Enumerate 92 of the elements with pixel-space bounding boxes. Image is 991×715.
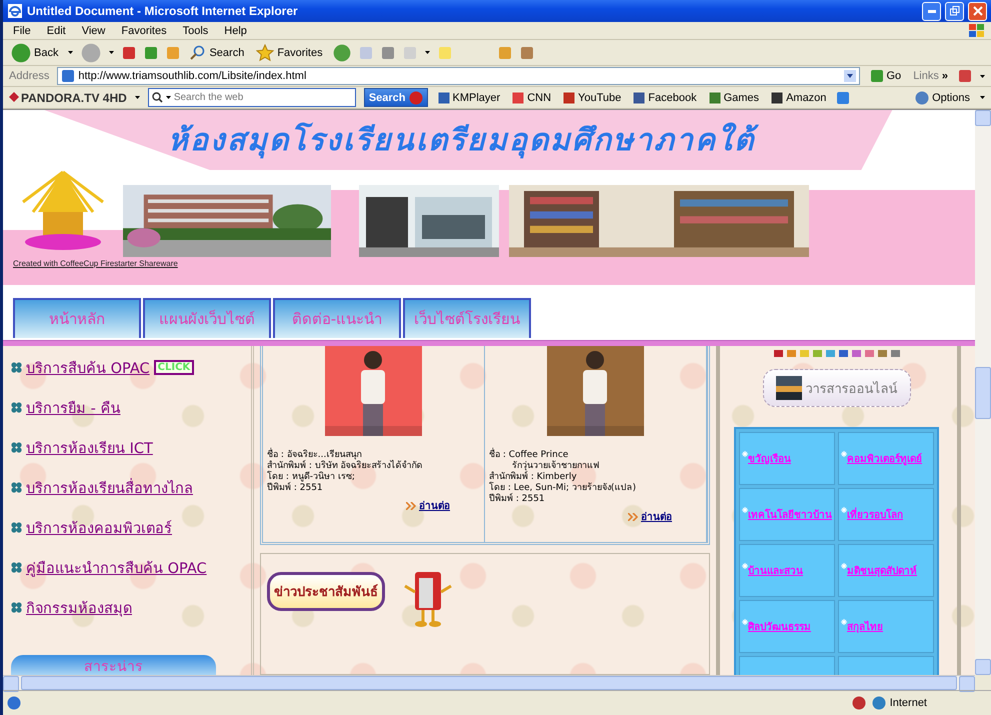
asterisk-icon bbox=[841, 619, 847, 625]
clover-icon bbox=[11, 562, 22, 573]
address-field[interactable]: http://www.triamsouthlib.com/Libsite/index.html bbox=[57, 67, 860, 85]
caret-icon bbox=[980, 96, 985, 99]
service-link[interactable]: บริการสืบค้น OPAC bbox=[26, 356, 150, 379]
caret-icon bbox=[424, 51, 430, 54]
search-button[interactable]: Search bbox=[364, 88, 428, 107]
search-field[interactable]: Search the web bbox=[148, 88, 356, 107]
windows-logo-icon bbox=[969, 24, 985, 38]
clover-icon bbox=[11, 522, 22, 533]
menu-item[interactable]: File bbox=[9, 24, 35, 36]
color-swatch[interactable] bbox=[852, 350, 860, 357]
book-details: ชื่อ : Coffee Prince รักวุ่นวายเจ้าชายกาแฟ สำนักพิมพ์ : Kimberly โดย : Lee, Sun-Mi; วายร้ายจัง(แปล) ปีพิมพ์ : 2551 bbox=[489, 450, 702, 505]
read-more-link[interactable]: อ่านต่อ bbox=[628, 509, 672, 524]
minimize-button[interactable] bbox=[922, 2, 941, 20]
caret-icon bbox=[68, 51, 74, 54]
credit-link[interactable]: Created with CoffeeCup Firestarter Shareware bbox=[13, 259, 178, 268]
toolbar-link[interactable]: Games bbox=[706, 92, 762, 104]
asterisk-icon bbox=[841, 563, 847, 569]
color-swatch[interactable] bbox=[878, 350, 886, 357]
caret-icon bbox=[134, 96, 140, 99]
star-icon bbox=[256, 44, 274, 62]
asterisk-icon bbox=[742, 619, 748, 625]
links-button[interactable]: Links » bbox=[911, 70, 950, 82]
clover-icon bbox=[11, 602, 22, 613]
asterisk-icon bbox=[841, 507, 847, 513]
color-swatch[interactable] bbox=[774, 350, 782, 357]
menu-item[interactable]: Help bbox=[220, 24, 251, 36]
service-link[interactable]: บริการห้องเรียน ICT bbox=[26, 436, 153, 459]
search-icon bbox=[190, 44, 206, 60]
service-link[interactable]: บริการยืม - คืน bbox=[26, 396, 120, 419]
color-swatch[interactable] bbox=[890, 350, 900, 357]
book-details: ชื่อ : อัจฉริยะ...เรียนสนุก สำนักพิมพ์ : บริษัท อัจฉริยะสร้างได้จำกัด โดย : หนูดี-วนิษา เรซ; ปีพิมพ์ : 2551 bbox=[267, 450, 480, 494]
caret-icon bbox=[980, 74, 985, 78]
close-button[interactable] bbox=[968, 2, 987, 20]
toolbar-link[interactable]: KMPlayer bbox=[436, 92, 502, 104]
search-icon bbox=[152, 92, 163, 103]
asterisk-icon bbox=[742, 507, 748, 513]
go-button[interactable]: Go bbox=[868, 69, 904, 83]
window-title: Untitled Document - Microsoft Internet Explorer bbox=[27, 4, 299, 18]
diamond-icon bbox=[9, 92, 19, 102]
restore-icon bbox=[950, 6, 960, 16]
caret-icon bbox=[166, 96, 171, 99]
clover-icon bbox=[11, 362, 22, 373]
menu-item[interactable]: Tools bbox=[178, 24, 212, 36]
asterisk-icon bbox=[841, 451, 847, 457]
dropdown-icon bbox=[844, 70, 856, 82]
double-chevron-icon bbox=[628, 512, 638, 520]
banner-title: ห้องสมุดโรงเรียนเตรียมอุดมศึกษาภาคใต้ bbox=[168, 116, 975, 163]
toolbar-link[interactable]: Amazon bbox=[769, 92, 828, 104]
news-heading: ข่าวประชาสัมพันธ์ bbox=[267, 572, 385, 611]
menu-item[interactable]: View bbox=[78, 24, 110, 36]
read-more-link[interactable]: อ่านต่อ bbox=[406, 498, 450, 513]
asterisk-icon bbox=[742, 451, 748, 457]
toolbar-link[interactable]: YouTube bbox=[561, 92, 624, 104]
asterisk-icon bbox=[742, 563, 748, 569]
clover-icon bbox=[11, 402, 22, 413]
restore-button[interactable] bbox=[945, 2, 964, 20]
journal-heading: วารสารออนไลน์ bbox=[762, 369, 910, 407]
pandora-logo[interactable]: PANDORA.TV 4HD bbox=[9, 90, 127, 104]
search-button[interactable]: Search bbox=[188, 44, 246, 60]
options-button[interactable]: Options bbox=[913, 90, 972, 104]
minimize-icon bbox=[928, 10, 936, 12]
address-label: Address bbox=[9, 70, 50, 82]
ask-logo-icon bbox=[408, 90, 423, 104]
caret-icon bbox=[109, 51, 114, 54]
color-swatch[interactable] bbox=[786, 350, 796, 357]
back-button[interactable]: Back bbox=[9, 42, 60, 62]
favorites-button[interactable]: Favorites bbox=[254, 44, 325, 62]
toolbar-link[interactable]: Facebook bbox=[631, 92, 699, 104]
toolbar-link[interactable]: CNN bbox=[510, 92, 554, 104]
service-link[interactable]: กิจกรรมห้องสมุด bbox=[26, 596, 132, 619]
service-link[interactable]: คู่มือแนะนำการสืบค้น OPAC bbox=[26, 556, 207, 579]
color-swatch[interactable] bbox=[838, 350, 848, 357]
service-link[interactable]: บริการห้องเรียนสื่อทางไกล bbox=[26, 476, 193, 499]
service-link[interactable]: บริการห้องคอมพิวเตอร์ bbox=[26, 516, 172, 539]
search-input[interactable]: Search the web bbox=[174, 92, 334, 103]
color-swatch[interactable] bbox=[812, 350, 822, 357]
menu-item[interactable]: Favorites bbox=[117, 24, 171, 36]
horizontal-scrollbar[interactable] bbox=[3, 675, 975, 690]
browser-icon bbox=[7, 3, 23, 19]
double-chevron-icon bbox=[406, 502, 416, 510]
section-heading: สาระน่าร bbox=[11, 655, 216, 675]
clover-icon bbox=[11, 442, 22, 453]
vertical-scrollbar[interactable] bbox=[975, 110, 991, 675]
color-swatch[interactable] bbox=[826, 350, 834, 357]
color-swatch[interactable] bbox=[800, 350, 808, 357]
color-swatch[interactable] bbox=[864, 350, 874, 357]
close-icon bbox=[972, 6, 982, 16]
clover-icon bbox=[11, 482, 22, 493]
menu-item[interactable]: Edit bbox=[42, 24, 70, 36]
security-zone: Internet bbox=[872, 696, 927, 710]
